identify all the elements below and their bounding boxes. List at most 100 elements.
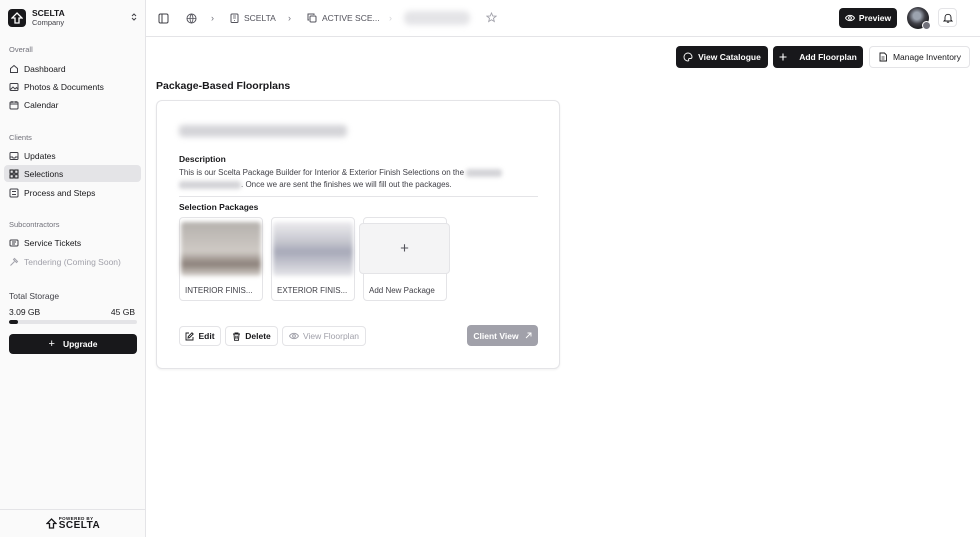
breadcrumb-current-blurred	[404, 11, 470, 25]
sidebar-item-label: Process and Steps	[24, 187, 96, 198]
storage-used: 3.09 GB	[9, 307, 41, 317]
breadcrumb-separator-icon: ›	[211, 13, 214, 23]
add-floorplan-label: Add Floorplan	[799, 52, 857, 62]
palette-icon	[683, 52, 698, 62]
plus-icon: +	[48, 338, 55, 350]
preview-button[interactable]: Preview	[839, 8, 897, 28]
scelta-logo-icon	[8, 9, 26, 27]
scelta-logo-icon	[45, 518, 57, 529]
view-floorplan-label: View Floorplan	[302, 331, 360, 341]
edit-button[interactable]: Edit	[179, 326, 221, 346]
manage-inventory-button[interactable]: Manage Inventory	[869, 46, 970, 68]
manage-inventory-label: Manage Inventory	[892, 52, 962, 62]
description-part-2: . Once we are sent the finishes we will …	[241, 180, 452, 189]
client-view-label: Client View	[473, 330, 519, 341]
storage-total: 45 GB	[110, 307, 135, 317]
breadcrumb-separator-icon: ›	[288, 13, 291, 23]
delete-label: Delete	[245, 331, 271, 341]
company-name: SCELTA	[32, 8, 65, 18]
breadcrumb-separator-icon: ›	[389, 13, 392, 23]
add-floorplan-button[interactable]: Add Floorplan	[773, 46, 863, 68]
company-subtitle: Company	[32, 18, 65, 27]
sidebar-item-label: Selections	[24, 168, 64, 179]
sidebar-item-label: Dashboard	[24, 63, 66, 74]
globe-icon[interactable]	[186, 13, 197, 24]
package-thumbnail	[273, 222, 353, 276]
sidebar-item-label: Updates	[24, 150, 56, 161]
plus-icon: +	[400, 240, 409, 257]
floorplan-title-blurred	[179, 125, 347, 137]
breadcrumb-label: ACTIVE SCE...	[322, 13, 380, 23]
package-card-interior[interactable]: INTERIOR FINIS...	[179, 217, 263, 301]
sidebar: SCELTA Company Overall Dashboard Photos …	[0, 0, 146, 537]
storage-label: Total Storage	[9, 291, 60, 301]
star-icon[interactable]	[486, 12, 497, 23]
storage-progress-bar	[9, 320, 137, 324]
sidebar-item-photos-documents[interactable]: Photos & Documents	[4, 78, 141, 95]
hammer-icon	[9, 257, 19, 267]
plus-icon	[779, 53, 792, 61]
sidebar-item-updates[interactable]: Updates	[4, 147, 141, 164]
top-header: › SCELTA › ACTIVE SCE... › Preview	[146, 0, 980, 37]
client-view-button[interactable]: Client View	[467, 325, 538, 346]
sidebar-item-tendering: Tendering (Coming Soon)	[4, 253, 141, 270]
chevron-up-down-icon	[130, 12, 138, 22]
building-icon	[230, 13, 239, 23]
powered-by-footer: POWERED BY SCELTA	[0, 509, 146, 537]
sidebar-item-label: Calendar	[24, 99, 59, 110]
description-redacted	[179, 180, 241, 189]
notifications-button[interactable]	[938, 8, 957, 27]
arrow-up-right-icon	[519, 332, 532, 339]
sidebar-item-label: Tendering (Coming Soon)	[24, 256, 121, 267]
page-title: Package-Based Floorplans	[156, 80, 291, 92]
divider	[179, 196, 538, 197]
description-text: This is our Scelta Package Builder for I…	[179, 167, 529, 191]
inbox-icon	[9, 151, 19, 161]
breadcrumb-label: SCELTA	[244, 13, 276, 23]
section-label-subcontractors: Subcontractors	[9, 220, 60, 229]
breadcrumb-scelta[interactable]: SCELTA	[230, 13, 276, 23]
description-redacted	[466, 168, 503, 177]
view-catalogue-label: View Catalogue	[698, 52, 761, 62]
delete-button[interactable]: Delete	[225, 326, 278, 346]
package-card-exterior[interactable]: EXTERIOR FINIS...	[271, 217, 355, 301]
trash-icon	[232, 332, 245, 341]
powered-by-brand: SCELTA	[58, 520, 101, 531]
sidebar-item-label: Photos & Documents	[24, 81, 104, 92]
upgrade-label: Upgrade	[62, 339, 98, 349]
edit-icon	[185, 331, 198, 341]
section-label-overall: Overall	[9, 45, 33, 54]
add-package-button[interactable]: +	[359, 223, 450, 274]
eye-icon	[288, 332, 303, 340]
sidebar-item-label: Service Tickets	[24, 237, 82, 248]
view-catalogue-button[interactable]: View Catalogue	[676, 46, 768, 68]
sidebar-item-process-steps[interactable]: Process and Steps	[4, 184, 141, 201]
bell-icon	[942, 13, 953, 23]
selection-packages-label: Selection Packages	[179, 202, 259, 212]
breadcrumb-active-selections[interactable]: ACTIVE SCE...	[307, 13, 380, 23]
package-thumbnail	[181, 222, 261, 276]
floorplan-card: Description This is our Scelta Package B…	[156, 100, 560, 369]
home-icon	[9, 64, 19, 74]
description-part-1: This is our Scelta Package Builder for I…	[179, 168, 465, 177]
sidebar-item-service-tickets[interactable]: Service Tickets	[4, 234, 141, 251]
sidebar-item-dashboard[interactable]: Dashboard	[4, 60, 141, 77]
company-switcher[interactable]: SCELTA Company	[8, 8, 138, 28]
sidebar-item-calendar[interactable]: Calendar	[4, 96, 141, 113]
storage-progress-fill	[9, 320, 18, 324]
description-label: Description	[179, 154, 226, 164]
inventory-icon	[878, 52, 893, 62]
package-name: INTERIOR FINIS...	[185, 286, 253, 295]
list-icon	[9, 188, 19, 198]
sidebar-toggle-icon[interactable]	[158, 13, 169, 24]
copy-icon	[307, 13, 317, 23]
upgrade-button[interactable]: + Upgrade	[9, 334, 137, 354]
image-icon	[9, 82, 19, 92]
preview-label: Preview	[858, 13, 892, 23]
ticket-icon	[9, 238, 19, 248]
sidebar-item-selections[interactable]: Selections	[4, 165, 141, 182]
eye-icon	[844, 14, 859, 22]
add-package-label: Add New Package	[369, 286, 435, 295]
view-floorplan-button: View Floorplan	[282, 326, 366, 346]
edit-label: Edit	[198, 331, 215, 341]
